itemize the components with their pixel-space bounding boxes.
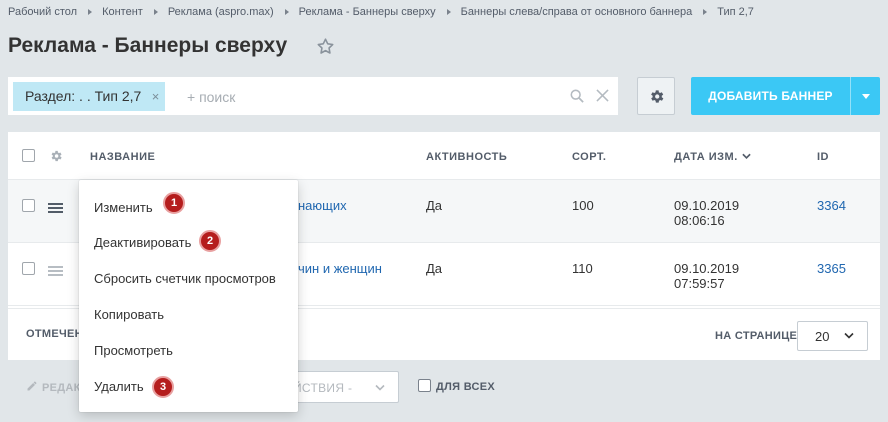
- row-date: 09.10.2019: [674, 261, 740, 276]
- apply-to-all-label: ДЛЯ ВСЕХ: [436, 381, 496, 393]
- add-banner-label: ДОБАВИТЬ БАННЕР: [708, 89, 833, 103]
- per-page-select[interactable]: 20: [797, 321, 868, 351]
- menu-icon[interactable]: [48, 203, 63, 214]
- gear-icon: [650, 89, 663, 103]
- apply-to-all-checkbox[interactable]: [418, 379, 431, 392]
- breadcrumb-item-ads[interactable]: Реклама (aspro.max): [168, 6, 274, 18]
- row-active: Да: [426, 261, 443, 276]
- step-badge: 1: [163, 192, 185, 214]
- row-time: 07:59:57: [674, 276, 725, 291]
- edit-button[interactable]: РЕДАК: [26, 380, 81, 394]
- step-badge: 2: [199, 230, 221, 252]
- column-header-active[interactable]: АКТИВНОСТЬ: [426, 151, 507, 163]
- filter-chip[interactable]: Раздел: . . Тип 2,7 ×: [13, 82, 166, 111]
- menu-item-edit[interactable]: Изменить: [94, 200, 153, 215]
- row-sort: 110: [572, 261, 593, 276]
- select-all-checkbox[interactable]: [22, 149, 35, 162]
- menu-item-view[interactable]: Просмотреть: [94, 343, 173, 358]
- row-date: 09.10.2019: [674, 198, 740, 213]
- actions-select-value: ЙСТВИЯ -: [293, 381, 353, 395]
- search-icon[interactable]: [570, 89, 584, 103]
- chevron-right-icon: [284, 9, 289, 15]
- row-name[interactable]: нающих: [298, 198, 347, 213]
- chevron-right-icon: [703, 9, 708, 15]
- row-active: Да: [426, 198, 443, 213]
- chevron-down-icon[interactable]: [742, 153, 751, 160]
- chevron-down-icon: [844, 332, 854, 339]
- row-checkbox[interactable]: [22, 262, 35, 275]
- page-title: Реклама - Баннеры сверху: [8, 34, 288, 57]
- selected-count-label: ОТМЕЧЕН: [26, 328, 83, 340]
- chevron-right-icon: [446, 9, 451, 15]
- menu-icon[interactable]: [48, 266, 63, 277]
- filter-bar[interactable]: Раздел: . . Тип 2,7 ×: [8, 77, 618, 115]
- menu-item-delete[interactable]: Удалить: [94, 379, 144, 394]
- gear-icon[interactable]: [49, 149, 63, 163]
- edit-button-label: РЕДАК: [42, 382, 81, 394]
- row-context-menu: Изменить Деактивировать Сбросить счетчик…: [79, 180, 298, 412]
- step-badge: 3: [152, 376, 174, 398]
- column-header-name[interactable]: НАЗВАНИЕ: [90, 151, 155, 163]
- chip-close-icon[interactable]: ×: [152, 82, 160, 111]
- pencil-icon: [27, 381, 37, 391]
- breadcrumb: Рабочий стол Контент Реклама (aspro.max)…: [8, 4, 754, 20]
- per-page-value: 20: [815, 329, 830, 344]
- menu-item-copy[interactable]: Копировать: [94, 307, 164, 322]
- grid-header: НАЗВАНИЕ АКТИВНОСТЬ СОРТ. ДАТА ИЗМ. ID: [8, 132, 880, 180]
- search-input[interactable]: [187, 85, 547, 109]
- row-sort: 100: [572, 198, 594, 213]
- row-id[interactable]: 3365: [817, 261, 846, 276]
- row-id[interactable]: 3364: [817, 198, 846, 213]
- column-header-date[interactable]: ДАТА ИЗМ.: [674, 151, 738, 163]
- breadcrumb-item-desktop[interactable]: Рабочий стол: [8, 6, 77, 18]
- row-name[interactable]: чин и женщин: [298, 261, 382, 276]
- breadcrumb-item-content[interactable]: Контент: [102, 6, 143, 18]
- breadcrumb-item-type[interactable]: Тип 2,7: [717, 6, 754, 18]
- column-header-id[interactable]: ID: [817, 151, 829, 163]
- chevron-right-icon: [153, 9, 158, 15]
- star-icon[interactable]: [316, 37, 335, 56]
- menu-item-deactivate[interactable]: Деактивировать: [94, 235, 191, 250]
- row-checkbox[interactable]: [22, 199, 35, 212]
- per-page-label: НА СТРАНИЦЕ:: [715, 330, 802, 342]
- settings-button[interactable]: [637, 77, 675, 115]
- add-banner-dropdown[interactable]: [851, 93, 880, 99]
- menu-item-reset-views[interactable]: Сбросить счетчик просмотров: [94, 271, 276, 286]
- add-banner-button[interactable]: ДОБАВИТЬ БАННЕР: [691, 77, 880, 115]
- chevron-right-icon: [88, 9, 93, 15]
- filter-chip-label: Раздел: . . Тип 2,7: [25, 88, 142, 104]
- row-time: 08:06:16: [674, 213, 725, 228]
- caret-down-icon: [861, 93, 870, 99]
- close-icon[interactable]: [596, 89, 609, 102]
- breadcrumb-item-top-banners[interactable]: Реклама - Баннеры сверху: [299, 6, 436, 18]
- breadcrumb-item-side-banners[interactable]: Баннеры слева/справа от основного баннер…: [461, 6, 693, 18]
- chevron-down-icon: [375, 384, 385, 391]
- column-header-sort[interactable]: СОРТ.: [572, 151, 606, 163]
